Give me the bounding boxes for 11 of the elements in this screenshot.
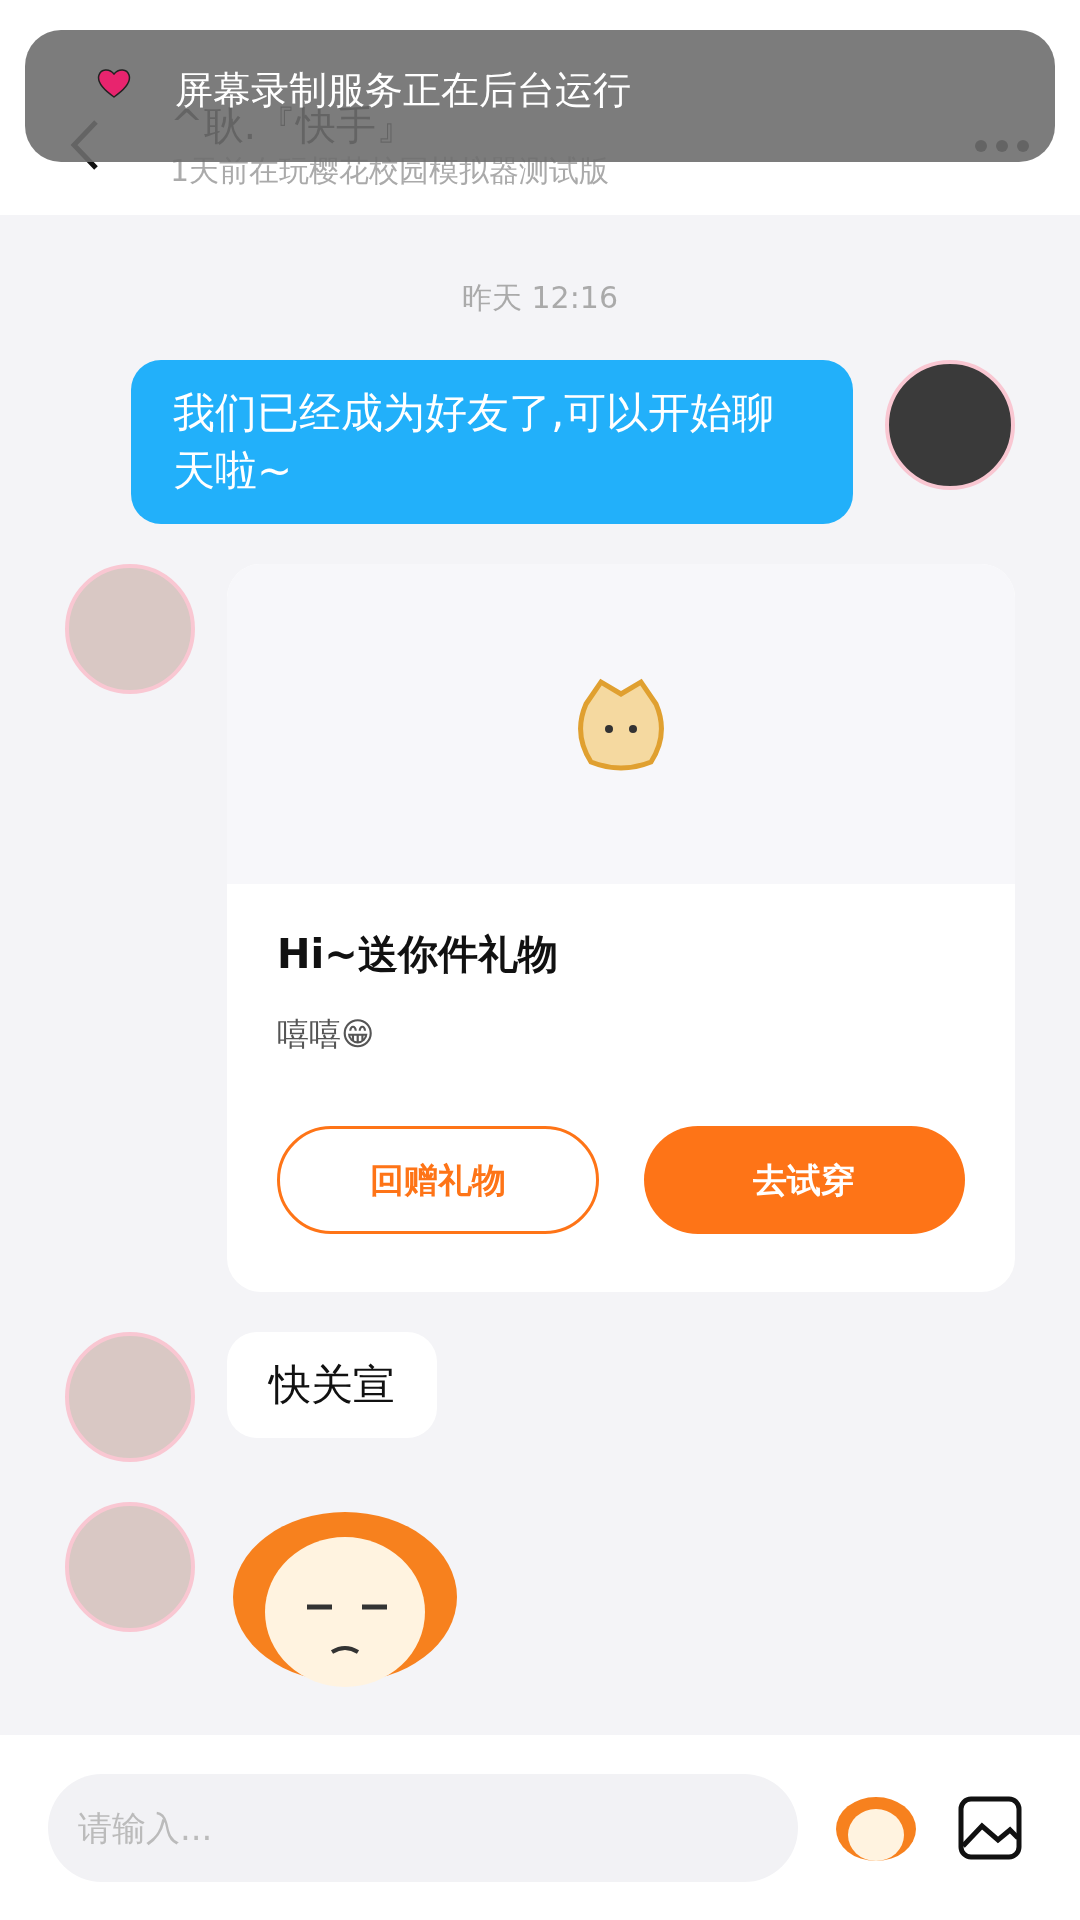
message-bubble: 快关宣 (227, 1332, 437, 1438)
image-icon[interactable] (958, 1795, 1022, 1860)
message-timestamp: 昨天 12:16 (462, 279, 618, 317)
gift-message: 嘻嘻😁 (277, 1014, 376, 1055)
status-subtitle: 1天前在玩樱花校园模拟器测试版 (170, 152, 610, 190)
gift-title: Hi~送你件礼物 (277, 930, 559, 979)
heart-icon (97, 68, 131, 98)
message-bubble: 我们已经成为好友了,可以开始聊天啦~ (131, 360, 853, 524)
message-input-field[interactable]: 请输入... (48, 1773, 798, 1882)
gift-action-button[interactable]: 去试穿 (643, 1126, 965, 1234)
gift-action-button[interactable]: 回赠礼物 (277, 1126, 599, 1234)
